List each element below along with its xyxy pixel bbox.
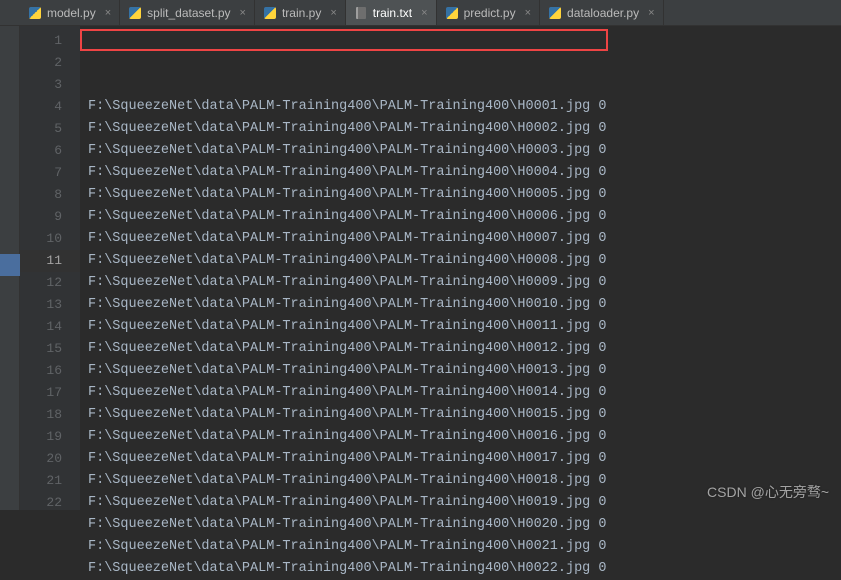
code-line[interactable]: F:\SqueezeNet\data\PALM-Training400\PALM… bbox=[88, 558, 841, 580]
line-number[interactable]: 15 bbox=[20, 338, 80, 360]
line-number[interactable]: 12 bbox=[20, 272, 80, 294]
code-line[interactable]: F:\SqueezeNet\data\PALM-Training400\PALM… bbox=[88, 316, 841, 338]
tab-bar: model.py×split_dataset.py×train.py×train… bbox=[0, 0, 841, 26]
tab-label: train.py bbox=[282, 6, 321, 20]
line-number[interactable]: 20 bbox=[20, 448, 80, 470]
tab-label: train.txt bbox=[373, 6, 412, 20]
line-number[interactable]: 4 bbox=[20, 96, 80, 118]
code-line[interactable]: F:\SqueezeNet\data\PALM-Training400\PALM… bbox=[88, 448, 841, 470]
editor-area: 12345678910111213141516171819202122 F:\S… bbox=[0, 26, 841, 510]
line-number[interactable]: 22 bbox=[20, 492, 80, 514]
line-number[interactable]: 1 bbox=[20, 30, 80, 52]
code-line[interactable]: F:\SqueezeNet\data\PALM-Training400\PALM… bbox=[88, 404, 841, 426]
code-line[interactable]: F:\SqueezeNet\data\PALM-Training400\PALM… bbox=[88, 536, 841, 558]
tab-model-py[interactable]: model.py × bbox=[20, 0, 120, 25]
code-line[interactable]: F:\SqueezeNet\data\PALM-Training400\PALM… bbox=[88, 426, 841, 448]
line-number[interactable]: 16 bbox=[20, 360, 80, 382]
tab-train-txt[interactable]: train.txt × bbox=[346, 0, 437, 25]
line-number[interactable]: 17 bbox=[20, 382, 80, 404]
python-file-icon bbox=[128, 6, 142, 20]
tab-predict-py[interactable]: predict.py × bbox=[437, 0, 540, 25]
line-number[interactable]: 10 bbox=[20, 228, 80, 250]
line-number[interactable]: 3 bbox=[20, 74, 80, 96]
tab-label: predict.py bbox=[464, 6, 516, 20]
code-line[interactable]: F:\SqueezeNet\data\PALM-Training400\PALM… bbox=[88, 206, 841, 228]
close-icon[interactable]: × bbox=[525, 7, 531, 19]
tab-train-py[interactable]: train.py × bbox=[255, 0, 346, 25]
text-file-icon bbox=[354, 6, 368, 20]
code-line[interactable]: F:\SqueezeNet\data\PALM-Training400\PALM… bbox=[88, 272, 841, 294]
line-number[interactable]: 13 bbox=[20, 294, 80, 316]
line-number[interactable]: 7 bbox=[20, 162, 80, 184]
highlight-annotation bbox=[80, 29, 608, 51]
line-number[interactable]: 21 bbox=[20, 470, 80, 492]
code-line[interactable]: F:\SqueezeNet\data\PALM-Training400\PALM… bbox=[88, 140, 841, 162]
line-number[interactable]: 14 bbox=[20, 316, 80, 338]
tab-split_dataset-py[interactable]: split_dataset.py × bbox=[120, 0, 255, 25]
code-content[interactable]: F:\SqueezeNet\data\PALM-Training400\PALM… bbox=[80, 26, 841, 510]
line-number[interactable]: 8 bbox=[20, 184, 80, 206]
code-line[interactable]: F:\SqueezeNet\data\PALM-Training400\PALM… bbox=[88, 228, 841, 250]
line-number[interactable]: 5 bbox=[20, 118, 80, 140]
line-number[interactable]: 2 bbox=[20, 52, 80, 74]
code-line[interactable]: F:\SqueezeNet\data\PALM-Training400\PALM… bbox=[88, 360, 841, 382]
close-icon[interactable]: × bbox=[105, 7, 111, 19]
tab-dataloader-py[interactable]: dataloader.py × bbox=[540, 0, 664, 25]
tab-label: dataloader.py bbox=[567, 6, 639, 20]
line-number[interactable]: 11 bbox=[20, 250, 80, 272]
python-file-icon bbox=[445, 6, 459, 20]
line-number[interactable]: 18 bbox=[20, 404, 80, 426]
watermark-text: CSDN @心无旁骛~ bbox=[707, 482, 829, 502]
tab-label: split_dataset.py bbox=[147, 6, 230, 20]
code-line[interactable]: F:\SqueezeNet\data\PALM-Training400\PALM… bbox=[88, 294, 841, 316]
python-file-icon bbox=[548, 6, 562, 20]
close-icon[interactable]: × bbox=[240, 7, 246, 19]
line-number[interactable]: 19 bbox=[20, 426, 80, 448]
line-number[interactable]: 6 bbox=[20, 140, 80, 162]
line-gutter: 12345678910111213141516171819202122 bbox=[20, 26, 80, 510]
tab-label: model.py bbox=[47, 6, 96, 20]
code-line[interactable]: F:\SqueezeNet\data\PALM-Training400\PALM… bbox=[88, 184, 841, 206]
code-line[interactable]: F:\SqueezeNet\data\PALM-Training400\PALM… bbox=[88, 514, 841, 536]
line-number[interactable]: 9 bbox=[20, 206, 80, 228]
python-file-icon bbox=[263, 6, 277, 20]
code-line[interactable]: F:\SqueezeNet\data\PALM-Training400\PALM… bbox=[88, 118, 841, 140]
code-line[interactable]: F:\SqueezeNet\data\PALM-Training400\PALM… bbox=[88, 96, 841, 118]
left-strip bbox=[0, 26, 20, 510]
python-file-icon bbox=[28, 6, 42, 20]
close-icon[interactable]: × bbox=[330, 7, 336, 19]
code-line[interactable]: F:\SqueezeNet\data\PALM-Training400\PALM… bbox=[88, 162, 841, 184]
close-icon[interactable]: × bbox=[421, 7, 427, 19]
code-line[interactable]: F:\SqueezeNet\data\PALM-Training400\PALM… bbox=[88, 338, 841, 360]
code-line[interactable]: F:\SqueezeNet\data\PALM-Training400\PALM… bbox=[88, 382, 841, 404]
close-icon[interactable]: × bbox=[648, 7, 654, 19]
gutter-marker bbox=[0, 254, 20, 276]
code-line[interactable]: F:\SqueezeNet\data\PALM-Training400\PALM… bbox=[88, 250, 841, 272]
